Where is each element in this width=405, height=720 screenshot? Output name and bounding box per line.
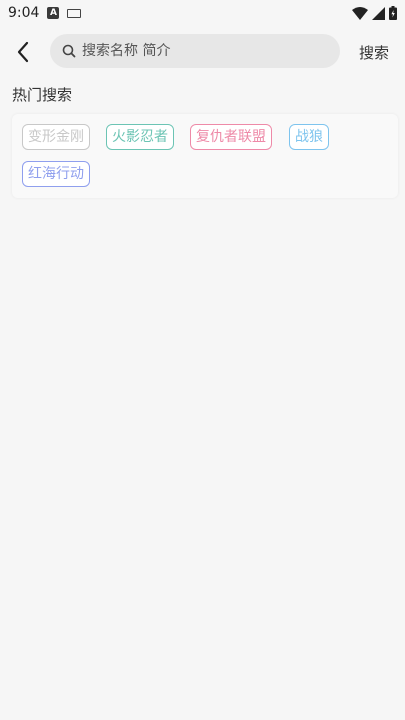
status-right [352,6,397,20]
notification-a-icon: A [47,7,60,19]
search-header: 搜索 [0,34,405,70]
keyboard-icon [67,8,82,18]
search-input[interactable] [80,42,324,60]
hot-search-title: 热门搜索 [12,86,73,104]
signal-icon [372,6,385,20]
status-left: 9:04 A [8,5,82,21]
hot-search-tags: 变形金刚 火影忍者 复仇者联盟 战狼 红海行动 [12,114,398,198]
search-icon [62,44,76,58]
hot-tag-avengers[interactable]: 复仇者联盟 [190,124,272,150]
back-button[interactable] [10,38,36,66]
hot-tag-naruto[interactable]: 火影忍者 [106,124,174,150]
search-button[interactable]: 搜索 [359,42,389,63]
hot-tag-transformers[interactable]: 变形金刚 [22,124,90,150]
wifi-icon [352,6,368,20]
chevron-left-icon [17,41,29,63]
battery-icon [389,6,397,20]
status-time: 9:04 [8,5,40,21]
status-bar: 9:04 A [0,0,405,26]
hot-tag-wolf-warrior[interactable]: 战狼 [289,124,329,150]
hot-tag-operation-red-sea[interactable]: 红海行动 [22,161,90,187]
search-box[interactable] [50,34,340,68]
